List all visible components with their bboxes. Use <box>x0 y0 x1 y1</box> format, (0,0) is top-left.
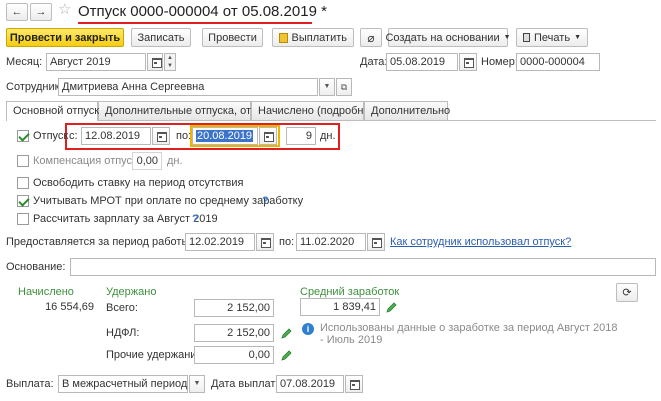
avg-earnings-input[interactable]: 1 839,41 <box>300 298 380 316</box>
other-withholdings-label: Прочие удержания: <box>106 349 206 361</box>
pay-button-label: Выплатить <box>291 31 347 44</box>
payout-date-calendar-icon[interactable] <box>345 375 363 393</box>
compensation-checkbox[interactable] <box>17 155 29 167</box>
leave-to-input[interactable]: 20.08.2019 <box>192 127 258 145</box>
arrow-right-icon: → <box>35 6 47 18</box>
payout-select[interactable]: В межрасчетный период <box>58 375 188 393</box>
ndfl-input[interactable]: 2 152,00 <box>194 324 274 342</box>
post-and-close-button[interactable]: Провести и закрыть <box>6 28 124 47</box>
month-input[interactable]: Август 2019 <box>46 53 146 71</box>
total-label: Всего: <box>106 302 138 314</box>
pay-button[interactable]: Выплатить <box>272 28 354 47</box>
leave-days-input[interactable]: 9 <box>286 127 316 145</box>
period-to-input[interactable]: 11.02.2020 <box>296 233 366 251</box>
month-label: Месяц: <box>6 56 43 68</box>
tab-main-leave[interactable]: Основной отпуск <box>6 101 99 121</box>
other-withholdings-input[interactable]: 0,00 <box>194 346 274 364</box>
attachments-button[interactable]: ⌀ <box>360 28 382 47</box>
avg-earnings-label: Средний заработок <box>300 286 400 298</box>
refresh-icon: ⟳ <box>622 287 632 299</box>
employee-dropdown-button[interactable]: ▼ <box>319 78 335 96</box>
withheld-label: Удержано <box>106 286 157 298</box>
employee-input[interactable]: Дмитриева Анна Сергеевна <box>58 78 318 96</box>
tab-accrued-details[interactable]: Начислено (подробно) <box>251 101 373 120</box>
page-title: Отпуск 0000-000004 от 05.08.2019 * <box>78 3 327 20</box>
compensation-days-input[interactable]: 0,00 <box>132 152 162 170</box>
month-spinner[interactable]: ▲ ▼ <box>164 53 176 71</box>
info-icon: i <box>302 323 314 335</box>
mrot-help-icon[interactable]: ? <box>262 194 269 208</box>
period-from-input[interactable]: 12.02.2019 <box>185 233 255 251</box>
post-button[interactable]: Провести <box>202 28 263 47</box>
print-label: Печать <box>534 31 571 44</box>
tab-additional[interactable]: Дополнительно <box>364 101 450 120</box>
tab-panel <box>6 120 656 121</box>
chevron-down-icon: ▼ <box>574 34 581 41</box>
basis-input[interactable] <box>70 258 656 276</box>
title-underline <box>78 22 312 24</box>
date-label: Дата: <box>360 56 388 68</box>
basis-label: Основание: <box>6 261 66 273</box>
payout-label: Выплата: <box>6 378 54 390</box>
number-input[interactable]: 0000-000004 <box>516 53 600 71</box>
total-input[interactable]: 2 152,00 <box>194 299 274 317</box>
leave-from-calendar-icon[interactable] <box>152 127 170 145</box>
printer-icon <box>523 33 531 42</box>
compensation-days-unit: дн. <box>167 155 183 167</box>
mrot-checkbox[interactable] <box>17 195 29 207</box>
number-label: Номер: <box>481 56 518 68</box>
accrued-label: Начислено <box>18 286 74 298</box>
other-edit-pencil-icon[interactable] <box>281 349 293 361</box>
save-button[interactable]: Записать <box>131 28 191 47</box>
date-input[interactable]: 05.08.2019 <box>386 53 458 71</box>
accrued-value: 16 554,69 <box>18 298 98 316</box>
tab-additional-leave[interactable]: Дополнительные отпуска, отгулы <box>98 101 275 120</box>
ndfl-label: НДФЛ: <box>106 327 140 339</box>
forward-button[interactable]: → <box>30 3 52 21</box>
leave-usage-link[interactable]: Как сотрудник использовал отпуск? <box>390 235 571 249</box>
leave-to-selected-text: 20.08.2019 <box>196 130 254 142</box>
create-based-button[interactable]: Создать на основании ▼ <box>385 28 511 47</box>
favorite-star-icon[interactable]: ☆ <box>58 2 71 17</box>
release-rate-checkbox[interactable] <box>17 177 29 189</box>
ndfl-edit-pencil-icon[interactable] <box>281 327 293 339</box>
arrow-left-icon: ← <box>11 6 23 18</box>
leave-days-unit: дн. <box>320 130 336 142</box>
payout-dropdown-button[interactable]: ▼ <box>189 375 205 393</box>
release-rate-label: Освободить ставку на период отсутствия <box>33 177 244 189</box>
refresh-button[interactable]: ⟳ <box>616 283 638 302</box>
leave-label: Отпуск <box>33 130 69 142</box>
leave-from-label: с: <box>69 130 78 142</box>
date-calendar-icon[interactable] <box>459 53 477 71</box>
back-button[interactable]: ← <box>6 3 28 21</box>
leave-to-calendar-icon[interactable] <box>259 127 277 145</box>
calc-salary-checkbox[interactable] <box>17 213 29 225</box>
payout-date-input[interactable]: 07.08.2019 <box>276 375 344 393</box>
leave-checkbox[interactable] <box>17 130 29 142</box>
period-to-calendar-icon[interactable] <box>367 233 385 251</box>
compensation-label: Компенсация отпуска <box>33 155 144 167</box>
calc-salary-help-icon[interactable]: ? <box>192 212 199 226</box>
avg-earnings-info: Использованы данные о заработке за перио… <box>320 322 618 346</box>
employee-open-button[interactable]: ⧉ <box>336 78 352 96</box>
avg-edit-pencil-icon[interactable] <box>386 301 398 313</box>
paperclip-icon: ⌀ <box>367 30 375 45</box>
period-to-label: по: <box>279 236 295 248</box>
print-button[interactable]: Печать ▼ <box>516 28 588 47</box>
leave-to-label: по: <box>176 130 192 142</box>
period-from-calendar-icon[interactable] <box>256 233 274 251</box>
pay-icon <box>279 32 288 43</box>
month-calendar-icon[interactable] <box>147 53 163 71</box>
period-label: Предоставляется за период работы с: <box>6 236 201 248</box>
calc-salary-label: Рассчитать зарплату за Август 2019 <box>33 213 218 225</box>
create-based-label: Создать на основании <box>385 31 500 44</box>
leave-from-input[interactable]: 12.08.2019 <box>81 127 151 145</box>
chevron-down-icon: ▼ <box>503 34 511 41</box>
employee-label: Сотрудник: <box>6 81 63 93</box>
